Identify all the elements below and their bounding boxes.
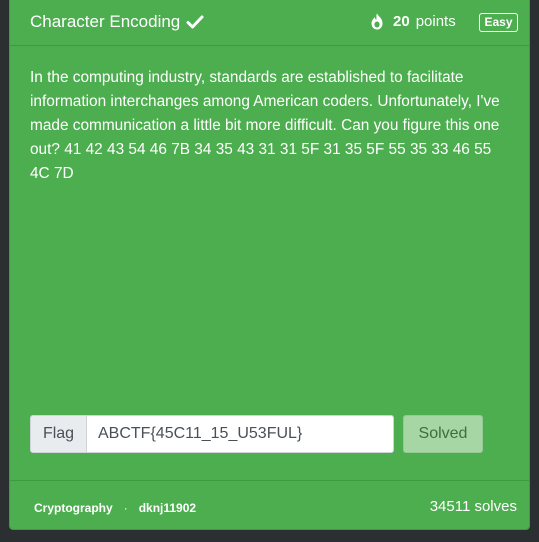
challenge-description: In the computing industry, standards are… (30, 69, 500, 182)
flag-input-group: Flag ABCTF{45C11_15_U53FUL} (30, 415, 394, 453)
flag-label: Flag (30, 415, 87, 453)
card-footer: Cryptography · dknj11902 34511 solves (10, 480, 529, 530)
challenge-meta: Cryptography · dknj11902 (34, 501, 196, 515)
challenge-title-text: Character Encoding (30, 12, 181, 31)
points-value: 20 (393, 13, 410, 30)
meta-separator: · (123, 501, 128, 515)
solves-count: 34511 solves (429, 498, 517, 515)
card-header: Character Encoding 20 points Easy (10, 0, 529, 46)
category-label: Cryptography (34, 501, 113, 515)
flame-icon (370, 13, 384, 30)
flag-input[interactable]: ABCTF{45C11_15_U53FUL} (87, 415, 394, 453)
challenge-card: Character Encoding 20 points Easy In the… (9, 0, 530, 530)
difficulty-badge: Easy (479, 13, 518, 32)
solved-button[interactable]: Solved (403, 415, 483, 453)
points-display: 20 points (370, 13, 456, 30)
points-label: points (415, 13, 456, 30)
author-label: dknj11902 (138, 501, 197, 515)
challenge-title: Character Encoding (30, 12, 204, 32)
check-icon (186, 14, 204, 30)
